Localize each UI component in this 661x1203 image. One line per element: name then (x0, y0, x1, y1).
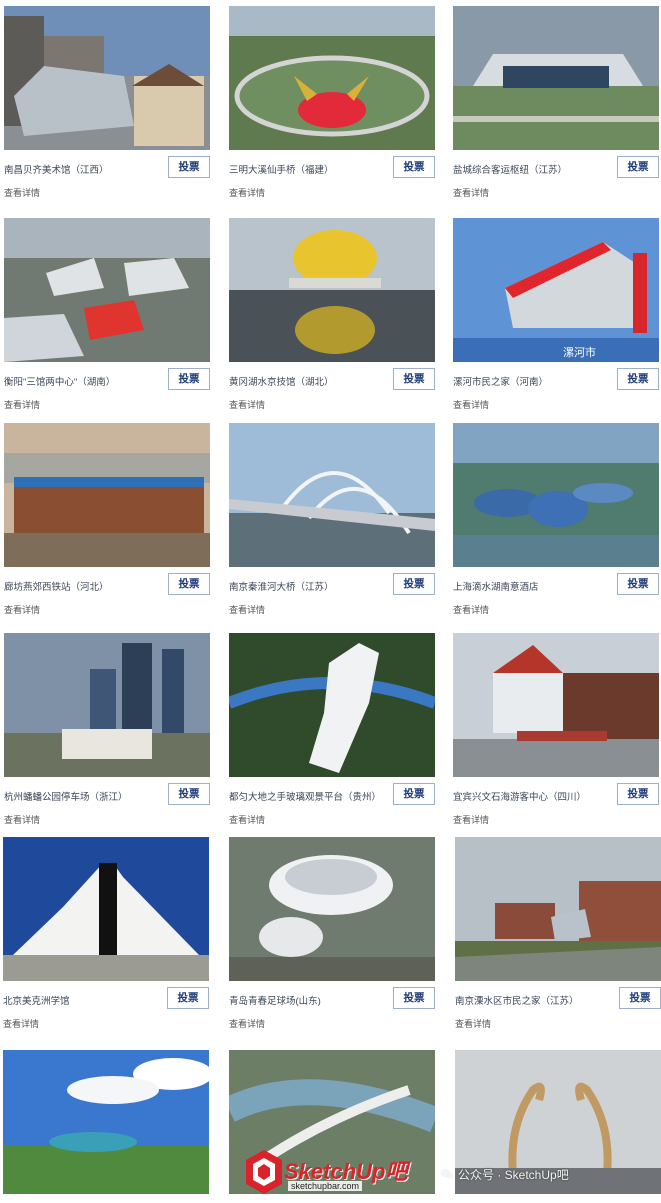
card-footer: 南京溧水区市民之家（江苏） 投票 (455, 987, 661, 1013)
project-photo[interactable]: 漯河市 (453, 218, 659, 362)
vote-button[interactable]: 投票 (393, 783, 435, 805)
wechat-watermark: 公众号 · SketchUp吧 (440, 1166, 569, 1183)
wechat-icon (440, 1169, 454, 1179)
vote-button[interactable]: 投票 (168, 783, 210, 805)
project-name: 青岛青春足球场(山东) (229, 996, 321, 1007)
project-photo[interactable] (453, 6, 659, 150)
card-footer: 宜宾兴文石海游客中心（四川） 投票 (453, 783, 659, 809)
project-photo[interactable] (229, 6, 435, 150)
project-name: 杭州蟠蟠公园停车场（浙江） (4, 792, 128, 803)
card-footer: 南京秦淮河大桥（江苏） 投票 (229, 573, 435, 599)
view-details-link[interactable]: 查看详情 (229, 186, 265, 199)
view-details-link[interactable]: 查看详情 (453, 603, 489, 616)
view-details-link[interactable]: 查看详情 (229, 813, 265, 826)
project-photo[interactable] (4, 218, 210, 362)
project-name: 北京美克洲学馆 (3, 996, 70, 1007)
vote-button[interactable]: 投票 (617, 368, 659, 390)
project-name: 廊坊燕郊西铁站（河北） (4, 582, 109, 593)
vote-button[interactable]: 投票 (393, 156, 435, 178)
vote-button[interactable]: 投票 (617, 783, 659, 805)
project-name: 南京溧水区市民之家（江苏） (455, 996, 579, 1007)
project-name: 衡阳"三馆两中心"（湖南） (4, 377, 116, 388)
project-name: 都匀大地之手玻璃观景平台（贵州） (229, 792, 382, 803)
project-photo[interactable] (455, 837, 661, 981)
project-photo[interactable] (453, 423, 659, 567)
view-details-link[interactable]: 查看详情 (453, 398, 489, 411)
view-details-link[interactable]: 查看详情 (453, 186, 489, 199)
project-photo[interactable] (3, 837, 209, 981)
card-footer: 都匀大地之手玻璃观景平台（贵州） 投票 (229, 783, 435, 809)
card-footer: 盐城综合客运枢纽（江苏） 投票 (453, 156, 659, 182)
view-details-link[interactable]: 查看详情 (455, 1017, 491, 1030)
project-photo[interactable] (4, 6, 210, 150)
vote-button[interactable]: 投票 (168, 573, 210, 595)
card-footer: 廊坊燕郊西铁站（河北） 投票 (4, 573, 210, 599)
wechat-label: 公众号 · SketchUp吧 (458, 1168, 569, 1182)
project-photo[interactable] (4, 633, 210, 777)
project-photo[interactable] (4, 423, 210, 567)
project-photo[interactable] (229, 837, 435, 981)
vote-button[interactable]: 投票 (617, 156, 659, 178)
vote-button[interactable]: 投票 (393, 368, 435, 390)
vote-button[interactable]: 投票 (168, 156, 210, 178)
vote-button[interactable]: 投票 (393, 573, 435, 595)
project-photo[interactable] (3, 1050, 209, 1194)
view-details-link[interactable]: 查看详情 (229, 398, 265, 411)
view-details-link[interactable]: 查看详情 (229, 1017, 265, 1030)
project-name: 漯河市民之家（河南） (453, 377, 549, 388)
card-footer: 青岛青春足球场(山东) 投票 (229, 987, 435, 1013)
card-footer: 北京美克洲学馆 投票 (3, 987, 209, 1013)
photo-caption: 漯河市 (563, 345, 596, 359)
view-details-link[interactable]: 查看详情 (3, 1017, 39, 1030)
watermark-url: sketchupbar.com (288, 1181, 363, 1191)
project-name: 三明大溪仙手桥（福建） (229, 165, 334, 176)
view-details-link[interactable]: 查看详情 (4, 603, 40, 616)
view-details-link[interactable]: 查看详情 (4, 813, 40, 826)
vote-button[interactable]: 投票 (168, 368, 210, 390)
project-name: 南京秦淮河大桥（江苏） (229, 582, 334, 593)
project-name: 宜宾兴文石海游客中心（四川） (453, 792, 587, 803)
card-footer: 上海滴水湖南意酒店 投票 (453, 573, 659, 599)
project-photo[interactable] (229, 633, 435, 777)
vote-button[interactable]: 投票 (619, 987, 661, 1009)
card-footer: 杭州蟠蟠公园停车场（浙江） 投票 (4, 783, 210, 809)
project-name: 黄冈湖水京技馆（湖北） (229, 377, 334, 388)
vote-button[interactable]: 投票 (167, 987, 209, 1009)
view-details-link[interactable]: 查看详情 (229, 603, 265, 616)
card-footer: 衡阳"三馆两中心"（湖南） 投票 (4, 368, 210, 394)
project-name: 盐城综合客运枢纽（江苏） (453, 165, 568, 176)
project-name: 南昌贝齐美术馆（江西） (4, 165, 109, 176)
card-footer: 南昌贝齐美术馆（江西） 投票 (4, 156, 210, 182)
sketchup-watermark: SketchUp吧 sketchupbar.com (244, 1148, 414, 1196)
card-footer: 三明大溪仙手桥（福建） 投票 (229, 156, 435, 182)
project-photo[interactable] (453, 633, 659, 777)
vote-button[interactable]: 投票 (617, 573, 659, 595)
project-photo[interactable] (229, 423, 435, 567)
view-details-link[interactable]: 查看详情 (4, 398, 40, 411)
project-name: 上海滴水湖南意酒店 (453, 582, 539, 593)
card-footer: 漯河市民之家（河南） 投票 (453, 368, 659, 394)
view-details-link[interactable]: 查看详情 (4, 186, 40, 199)
project-photo[interactable] (229, 218, 435, 362)
vote-button[interactable]: 投票 (393, 987, 435, 1009)
sketchup-logo-icon (246, 1150, 282, 1194)
card-footer: 黄冈湖水京技馆（湖北） 投票 (229, 368, 435, 394)
view-details-link[interactable]: 查看详情 (453, 813, 489, 826)
